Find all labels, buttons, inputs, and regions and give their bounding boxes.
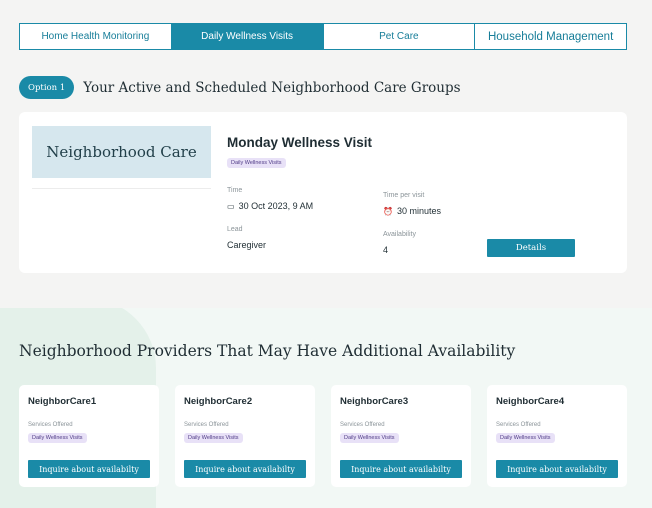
- alarm-clock-icon: ⏰: [383, 206, 393, 216]
- details-button[interactable]: Details: [487, 239, 575, 257]
- provider-name: NeighborCare3: [340, 396, 409, 407]
- services-label: Services Offered: [184, 422, 229, 428]
- lead-label: Lead: [227, 226, 243, 233]
- provider-name: NeighborCare4: [496, 396, 565, 407]
- service-tag: Daily Wellness Visits: [227, 158, 286, 168]
- inquire-button[interactable]: Inquire about availabilty: [340, 460, 462, 478]
- time-per-visit-text: 30 minutes: [396, 206, 441, 216]
- availability-label: Availability: [383, 231, 416, 238]
- provider-card: NeighborCare4 Services Offered Daily Wel…: [487, 385, 627, 487]
- time-label: Time: [227, 187, 243, 194]
- inquire-button[interactable]: Inquire about availabilty: [496, 460, 618, 478]
- provider-name: NeighborCare1: [28, 396, 97, 407]
- provider-name: NeighborCare2: [184, 396, 253, 407]
- time-per-visit-label: Time per visit: [383, 192, 425, 199]
- provider-card: NeighborCare1 Services Offered Daily Wel…: [19, 385, 159, 487]
- calendar-icon: ▭: [227, 201, 235, 211]
- service-tag: Daily Wellness Visits: [340, 433, 399, 443]
- lead-value: Caregiver: [227, 240, 267, 250]
- tab-daily-wellness-visits[interactable]: Daily Wellness Visits: [171, 24, 324, 49]
- option-pill: Option 1: [19, 76, 75, 99]
- provider-card: NeighborCare3 Services Offered Daily Wel…: [331, 385, 471, 487]
- providers-title: Neighborhood Providers That May Have Add…: [19, 342, 516, 360]
- time-value: ▭ 30 Oct 2023, 9 AM: [227, 201, 313, 211]
- providers-section: Neighborhood Providers That May Have Add…: [0, 308, 652, 508]
- tab-home-health-monitoring[interactable]: Home Health Monitoring: [20, 24, 172, 49]
- provider-card: NeighborCare2 Services Offered Daily Wel…: [175, 385, 315, 487]
- divider: [32, 188, 211, 189]
- services-label: Services Offered: [28, 422, 73, 428]
- inquire-button[interactable]: Inquire about availabilty: [184, 460, 306, 478]
- time-text: 30 Oct 2023, 9 AM: [238, 201, 314, 211]
- active-groups-header: Option 1 Your Active and Scheduled Neigh…: [19, 76, 461, 99]
- section-title: Your Active and Scheduled Neighborhood C…: [83, 79, 461, 96]
- availability-value: 4: [383, 245, 389, 255]
- services-label: Services Offered: [340, 422, 385, 428]
- services-label: Services Offered: [496, 422, 541, 428]
- visit-title: Monday Wellness Visit: [227, 135, 373, 150]
- inquire-button[interactable]: Inquire about availabilty: [28, 460, 150, 478]
- service-tag: Daily Wellness Visits: [496, 433, 555, 443]
- service-tabs: Home Health Monitoring Daily Wellness Vi…: [19, 23, 627, 50]
- service-tag: Daily Wellness Visits: [28, 433, 87, 443]
- visit-card: Neighborhood Care Monday Wellness Visit …: [19, 112, 627, 273]
- time-per-visit-value: ⏰ 30 minutes: [383, 206, 441, 216]
- service-tag: Daily Wellness Visits: [184, 433, 243, 443]
- tab-household-management[interactable]: Household Management: [475, 24, 626, 49]
- provider-logo: Neighborhood Care: [32, 126, 211, 178]
- tab-pet-care[interactable]: Pet Care: [324, 24, 476, 49]
